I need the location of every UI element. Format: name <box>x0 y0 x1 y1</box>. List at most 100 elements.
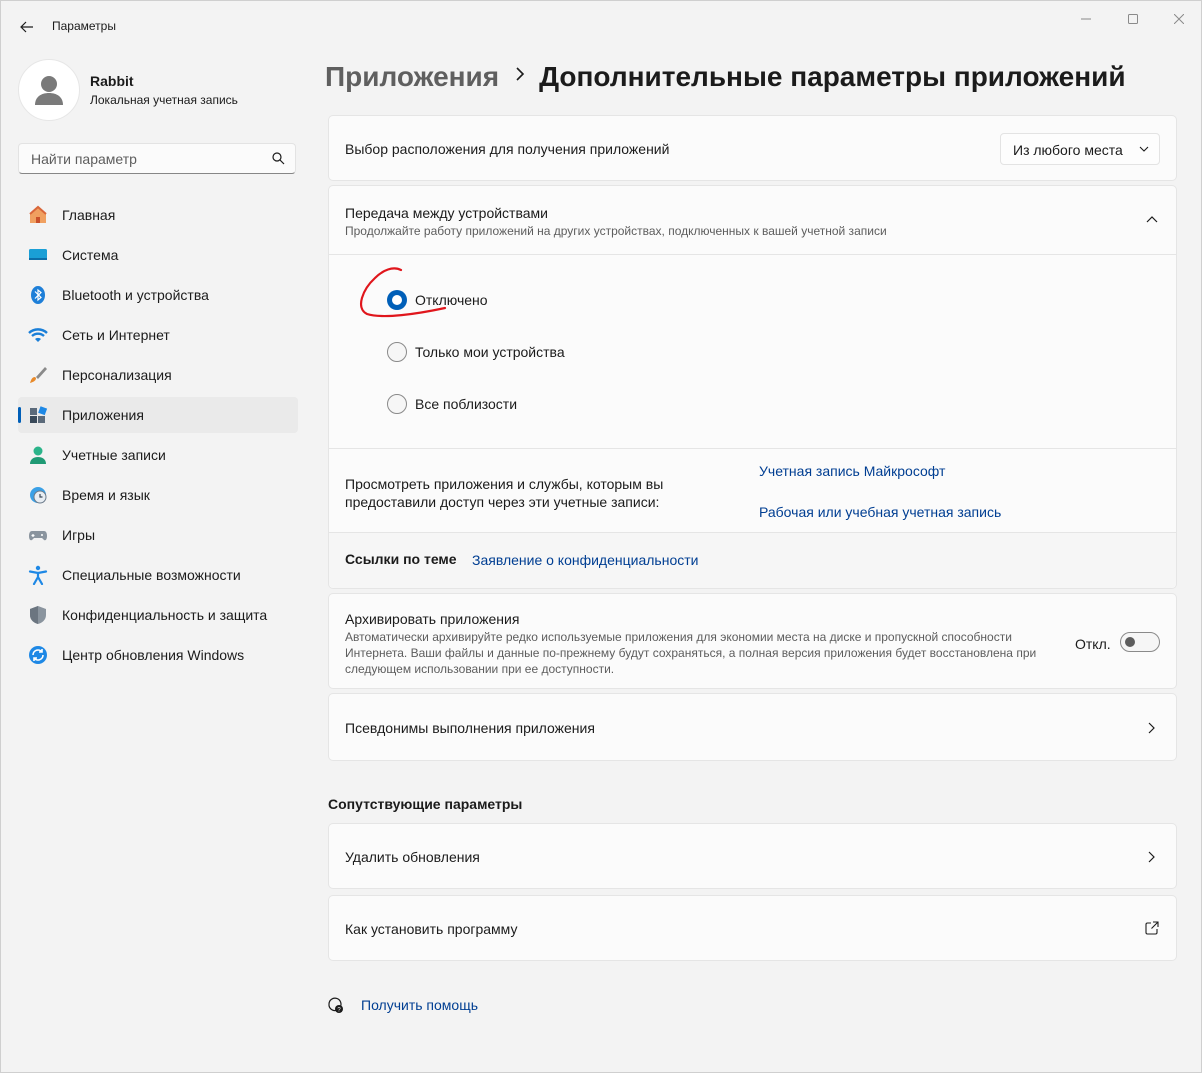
share-across-devices-card: Передача между устройствами Продолжайте … <box>328 185 1177 589</box>
sidebar-item-bluetooth[interactable]: Bluetooth и устройства <box>18 277 298 313</box>
sidebar-item-label: Время и язык <box>62 487 150 503</box>
title-bar: Параметры <box>1 1 1201 51</box>
related-links-row: Ссылки по теме Заявление о конфиденциаль… <box>329 533 1176 588</box>
gamepad-icon <box>29 531 47 541</box>
sidebar-item-label: Конфиденциальность и защита <box>62 607 268 623</box>
archive-apps-toggle[interactable] <box>1120 632 1160 652</box>
microsoft-account-link[interactable]: Учетная запись Майкрософт <box>759 463 945 479</box>
accounts-text: Просмотреть приложения и службы, которым… <box>345 476 664 510</box>
related-settings-title: Сопутствующие параметры <box>328 796 523 812</box>
install-program-card[interactable]: Как установить программу <box>328 895 1177 961</box>
sidebar-item-label: Учетные записи <box>62 447 166 463</box>
apps-icon <box>30 406 48 423</box>
sidebar-item-home[interactable]: Главная <box>18 197 298 233</box>
minimize-button[interactable] <box>1070 9 1102 29</box>
app-source-label: Выбор расположения для получения приложе… <box>345 141 670 157</box>
shield-icon <box>30 606 46 624</box>
archive-apps-card: Архивировать приложения Автоматически ар… <box>328 593 1177 689</box>
chevron-right-icon <box>1148 722 1155 734</box>
search-icon[interactable] <box>272 152 285 165</box>
system-icon <box>29 249 47 260</box>
radio-my-devices-label: Только мои устройства <box>415 344 565 360</box>
sidebar-item-label: Персонализация <box>62 367 172 383</box>
back-button[interactable] <box>15 15 39 39</box>
share-description: Продолжайте работу приложений на других … <box>345 224 887 238</box>
sidebar-item-label: Игры <box>62 527 96 543</box>
close-button[interactable] <box>1163 9 1195 29</box>
app-execution-aliases-card[interactable]: Псевдонимы выполнения приложения <box>328 693 1177 761</box>
radio-off-label: Отключено <box>415 292 488 308</box>
breadcrumb: Приложения Дополнительные параметры прило… <box>325 61 1126 93</box>
sidebar-item-time-language[interactable]: Время и язык <box>18 477 298 513</box>
back-arrow-icon <box>20 21 33 33</box>
breadcrumb-parent[interactable]: Приложения <box>325 61 499 92</box>
chevron-up-icon[interactable] <box>1146 215 1158 223</box>
app-source-selected: Из любого места <box>1013 142 1123 158</box>
maximize-button[interactable] <box>1117 9 1149 29</box>
sidebar-item-network[interactable]: Сеть и Интернет <box>18 317 298 353</box>
sidebar-item-system[interactable]: Система <box>18 237 298 273</box>
privacy-statement-link[interactable]: Заявление о конфиденциальности <box>472 552 698 568</box>
accessibility-icon <box>28 565 48 585</box>
update-icon <box>29 646 47 664</box>
sidebar-item-gaming[interactable]: Игры <box>18 517 298 553</box>
home-icon <box>29 205 47 223</box>
sidebar-item-accessibility[interactable]: Специальные возможности <box>18 557 298 593</box>
settings-window: Параметры Rabbit Локальная учетная запис… <box>0 0 1202 1073</box>
divider <box>329 448 1176 449</box>
share-title: Передача между устройствами <box>345 205 548 221</box>
minimize-icon <box>1081 18 1091 20</box>
archive-apps-description: Автоматически архивируйте редко использу… <box>345 630 1037 676</box>
clock-globe-icon <box>30 487 47 504</box>
app-title: Параметры <box>52 19 116 33</box>
sidebar-item-label: Bluetooth и устройства <box>62 287 209 303</box>
radio-everyone-nearby[interactable] <box>387 394 407 414</box>
sidebar-item-windows-update[interactable]: Центр обновления Windows <box>18 637 298 673</box>
install-program-label: Как установить программу <box>345 921 518 937</box>
chevron-right-icon <box>1148 851 1155 863</box>
uninstall-updates-label: Удалить обновления <box>345 849 480 865</box>
page-title: Дополнительные параметры приложений <box>539 61 1126 92</box>
avatar[interactable] <box>18 59 80 121</box>
sidebar-item-personalization[interactable]: Персонализация <box>18 357 298 393</box>
related-links-label: Ссылки по теме <box>345 551 457 567</box>
search-box[interactable] <box>18 143 296 174</box>
sidebar-nav: Главная Система Bluetooth и устройства С… <box>18 197 298 677</box>
maximize-icon <box>1128 14 1138 24</box>
sidebar-item-label: Приложения <box>62 407 144 423</box>
sidebar-item-label: Сеть и Интернет <box>62 327 170 343</box>
divider <box>329 254 1176 255</box>
radio-my-devices[interactable] <box>387 342 407 362</box>
person-icon <box>30 446 46 464</box>
help-icon: ? <box>328 997 343 1014</box>
wifi-icon <box>28 328 48 342</box>
get-help-link[interactable]: Получить помощь <box>361 997 478 1013</box>
radio-off[interactable] <box>387 290 407 310</box>
user-avatar-icon <box>35 76 63 105</box>
sidebar-item-privacy[interactable]: Конфиденциальность и защита <box>18 597 298 633</box>
work-school-account-link[interactable]: Рабочая или учебная учетная запись <box>759 504 1001 520</box>
app-execution-aliases-label: Псевдонимы выполнения приложения <box>345 720 595 736</box>
close-icon <box>1174 14 1184 24</box>
radio-everyone-nearby-label: Все поблизости <box>415 396 518 412</box>
open-external-icon <box>1145 921 1159 935</box>
breadcrumb-chevron-icon <box>515 65 525 86</box>
share-across-devices-header[interactable]: Передача между устройствами Продолжайте … <box>329 186 1176 254</box>
archive-apps-state: Откл. <box>1075 636 1111 652</box>
sidebar-item-apps[interactable]: Приложения <box>18 397 298 433</box>
brush-icon <box>30 367 47 383</box>
user-name: Rabbit <box>90 73 134 89</box>
sidebar-item-label: Главная <box>62 207 116 223</box>
bluetooth-icon <box>31 286 45 304</box>
sidebar-item-label: Специальные возможности <box>62 567 241 583</box>
sidebar-item-label: Центр обновления Windows <box>62 647 245 663</box>
app-source-dropdown[interactable]: Из любого места <box>1000 133 1160 165</box>
search-input[interactable] <box>29 150 263 168</box>
sidebar-item-label: Система <box>62 247 119 263</box>
account-type: Локальная учетная запись <box>90 93 238 107</box>
uninstall-updates-card[interactable]: Удалить обновления <box>328 823 1177 889</box>
archive-apps-title: Архивировать приложения <box>345 611 520 627</box>
app-source-card: Выбор расположения для получения приложе… <box>328 115 1177 181</box>
chevron-down-icon <box>1139 146 1149 152</box>
sidebar-item-accounts[interactable]: Учетные записи <box>18 437 298 473</box>
